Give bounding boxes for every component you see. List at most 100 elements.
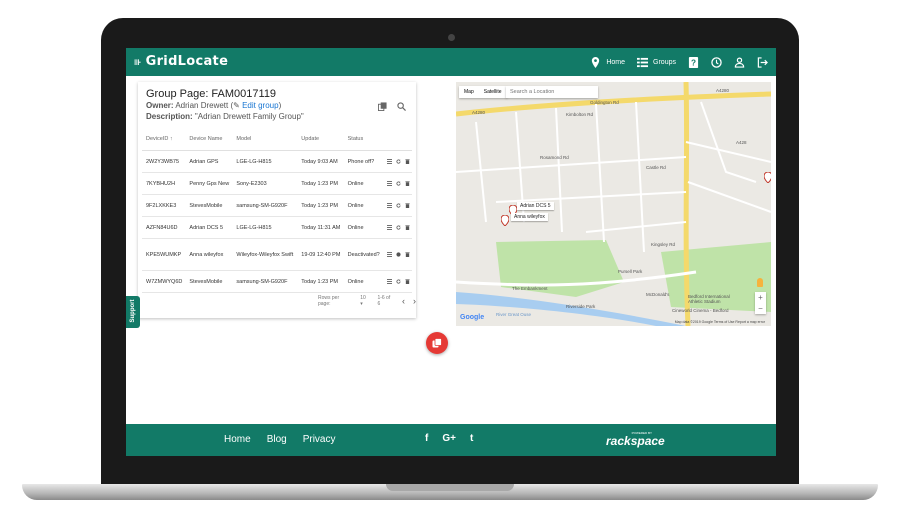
signal-icon: ⊪ — [134, 58, 142, 67]
group-card: Group Page: FAM0017119 Owner: Adrian Dre… — [138, 82, 416, 318]
delete-icon[interactable] — [404, 203, 410, 208]
footer-privacy-link[interactable]: Privacy — [303, 434, 336, 445]
google-plus-icon[interactable]: G+ — [442, 433, 456, 444]
app-screen: ⊪ GridLocate Home Groups ? Group Page: F… — [126, 48, 776, 456]
map-canvas — [456, 82, 771, 326]
table-row[interactable]: AZFN84U6D Adrian DCS 5 LGE-LG-H815 Today… — [142, 216, 412, 239]
menu-icon[interactable] — [386, 279, 392, 284]
menu-icon[interactable] — [386, 159, 392, 164]
menu-icon[interactable] — [386, 181, 392, 186]
table-row[interactable]: W7ZMWYQ6D StevesMobile samsung-SM-G920F … — [142, 270, 412, 293]
footer-links: Home Blog Privacy — [224, 434, 336, 445]
map-panel[interactable]: Map Satellite Goldington Rd A4280 A4280 … — [456, 82, 771, 326]
col-device-id[interactable]: DeviceID ↑ — [142, 128, 186, 151]
delete-icon[interactable] — [404, 181, 410, 186]
col-model[interactable]: Model — [232, 128, 298, 151]
map-search-input[interactable] — [506, 86, 598, 98]
search-icon[interactable] — [397, 98, 406, 116]
prev-page-button[interactable]: ‹ — [402, 296, 405, 306]
toggle-icon[interactable] — [395, 252, 401, 257]
delete-icon[interactable] — [404, 252, 410, 257]
zoom-out-button[interactable]: − — [755, 303, 766, 314]
col-status[interactable]: Status — [343, 128, 383, 151]
cell-update: 19-09 12:40 PM — [297, 238, 344, 271]
cell-device-name: Adrian DCS 5 — [185, 216, 233, 239]
support-tab[interactable]: Support — [126, 296, 140, 328]
copy-icon[interactable] — [378, 98, 387, 116]
cell-model: samsung-SM-G920F — [232, 194, 298, 217]
refresh-icon[interactable] — [396, 203, 401, 208]
menu-icon[interactable] — [386, 252, 392, 257]
edit-group-link[interactable]: Edit group — [242, 101, 278, 110]
map-tab[interactable]: Map — [459, 86, 479, 98]
rows-per-page-select[interactable]: 10 ▾ — [360, 295, 369, 307]
camera-icon — [448, 34, 455, 41]
device-table: DeviceID ↑ Device Name Model Update Stat… — [142, 128, 412, 293]
support-label: Support — [130, 299, 136, 323]
add-device-fab[interactable] — [426, 332, 448, 354]
cell-device-id: 7KYBHU2H — [142, 172, 186, 195]
twitter-icon[interactable]: t — [470, 433, 473, 444]
footer-blog-link[interactable]: Blog — [267, 434, 287, 445]
facebook-icon[interactable]: f — [425, 433, 428, 444]
table-row[interactable]: 2W2Y3WB75 Adrian GPS LGE-LG-H815 Today 9… — [142, 150, 412, 173]
menu-icon[interactable] — [386, 203, 392, 208]
street-label: The Embankment — [512, 286, 548, 291]
cell-device-name: Anna wileyfox — [185, 238, 233, 271]
poi-label: Bedford International Athletic Stadium — [688, 294, 730, 304]
top-navbar: ⊪ GridLocate Home Groups ? — [126, 48, 776, 76]
cell-status: Online — [343, 270, 383, 293]
table-row[interactable]: 7KYBHU2H Penny Gps New Sony-E2303 Today … — [142, 172, 412, 195]
col-actions — [382, 128, 412, 151]
street-label: Kimbolton Rd — [566, 112, 594, 117]
nav-logout[interactable] — [757, 56, 768, 68]
nav-history[interactable] — [711, 56, 722, 68]
refresh-icon[interactable] — [396, 279, 401, 284]
map-marker-icon[interactable] — [763, 170, 771, 188]
nav-home-label: Home — [606, 58, 626, 66]
next-page-button[interactable]: › — [413, 296, 416, 306]
cell-update: Today 1:23 PM — [297, 270, 344, 293]
satellite-tab[interactable]: Satellite — [479, 86, 507, 98]
nav-help[interactable]: ? — [688, 56, 699, 68]
row-actions — [382, 150, 412, 173]
nav-home[interactable]: Home — [590, 56, 626, 68]
table-row[interactable]: KPE5WUMKP Anna wileyfox Wileyfox-Wileyfo… — [142, 238, 412, 271]
description-text: "Adrian Drewett Family Group" — [194, 112, 304, 121]
cell-status: Phone off? — [343, 150, 383, 173]
nav-menu: Home Groups ? — [590, 48, 768, 76]
marker-label: Anna wileyfox — [511, 213, 548, 221]
group-description: Description: "Adrian Drewett Family Grou… — [146, 112, 304, 121]
cell-status: Deactivated? — [343, 238, 383, 271]
col-update[interactable]: Update — [297, 128, 344, 151]
nav-groups[interactable]: Groups — [637, 57, 676, 68]
cell-status: Online — [343, 172, 383, 195]
map-attribution[interactable]: Map data ©2019 Google Terms of Use Repor… — [675, 320, 765, 324]
cell-device-id: W7ZMWYQ6D — [142, 270, 186, 293]
app-logo[interactable]: ⊪ GridLocate — [134, 54, 228, 69]
list-icon — [637, 57, 649, 68]
col-device-name[interactable]: Device Name — [185, 128, 233, 151]
delete-icon[interactable] — [404, 279, 410, 284]
menu-icon[interactable] — [386, 225, 392, 230]
river-label: River Great Ouse — [496, 312, 532, 317]
map-type-toggle: Map Satellite — [459, 86, 507, 98]
delete-icon[interactable] — [404, 159, 410, 164]
cell-status: Online — [343, 216, 383, 239]
svg-text:?: ? — [691, 58, 696, 67]
street-view-pegman-icon[interactable] — [757, 278, 763, 287]
refresh-icon[interactable] — [396, 225, 401, 230]
footer-home-link[interactable]: Home — [224, 434, 251, 445]
nav-account[interactable] — [734, 57, 745, 68]
cell-status: Online — [343, 194, 383, 217]
zoom-in-button[interactable]: + — [755, 292, 766, 303]
map-marker-icon[interactable] — [500, 213, 510, 231]
table-row[interactable]: 9F2LXKKE3 StevesMobile samsung-SM-G920F … — [142, 194, 412, 217]
refresh-icon[interactable] — [396, 181, 401, 186]
row-actions — [382, 238, 412, 271]
refresh-icon[interactable] — [396, 159, 401, 164]
rackspace-logo[interactable]: rackspace — [606, 434, 665, 448]
logo-text: GridLocate — [145, 54, 229, 69]
street-label: A428 — [736, 140, 747, 145]
delete-icon[interactable] — [404, 225, 410, 230]
